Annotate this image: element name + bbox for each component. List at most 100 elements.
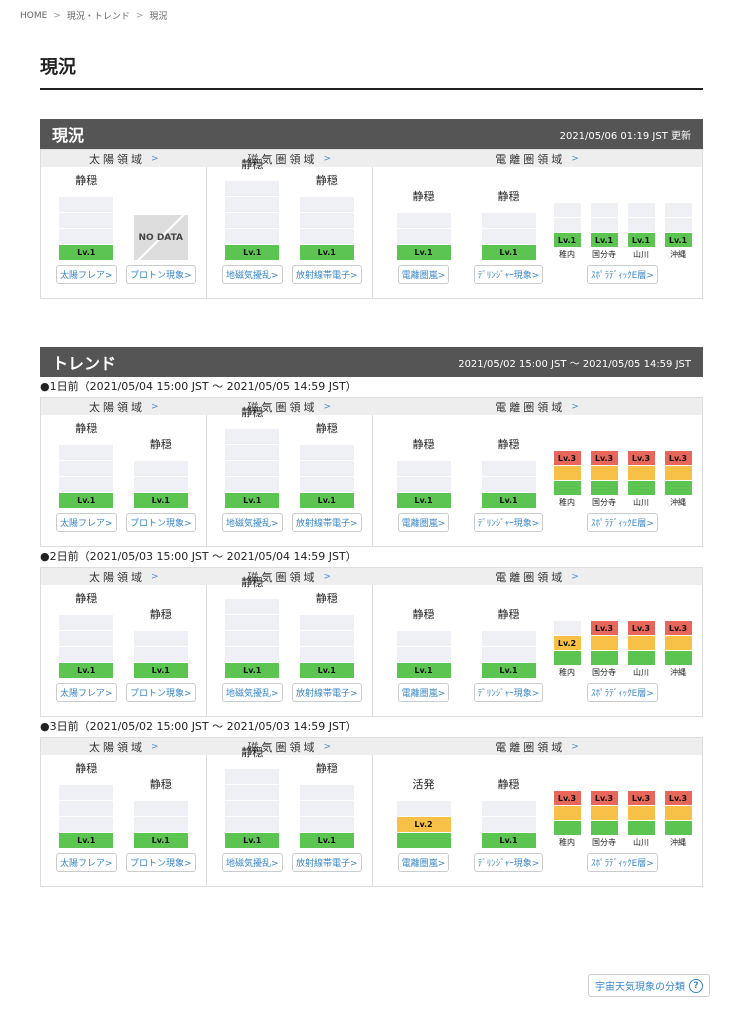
station-row: Lv.3 稚内 Lv.3 国分寺 Lv.3 山川 Lv.3 沖縄 [553, 790, 692, 848]
geomag-storm-button[interactable]: 地磁気擾乱> [221, 513, 283, 532]
gauge-segment [553, 620, 581, 635]
gauge-segment [664, 465, 692, 480]
chevron-right-icon: > [571, 571, 579, 582]
proton-event-button[interactable]: プロトン現象> [125, 513, 196, 532]
level-gauge: Lv.3 [664, 450, 692, 495]
category-iono[interactable]: 電離圏領域 > [372, 398, 702, 415]
dellinger-button[interactable]: ﾃﾞﾘﾝｼﾞｬｰ現象> [473, 853, 544, 872]
state-label: 静穏 [412, 608, 435, 621]
gauge-segment [299, 646, 354, 662]
no-data-box: NO DATA [133, 215, 188, 260]
gauge-segment [396, 646, 451, 662]
proton-event-button[interactable]: プロトン現象> [125, 265, 196, 284]
solar-flare-button[interactable]: 太陽フレア> [55, 683, 117, 702]
proton-event-button[interactable]: プロトン現象> [125, 683, 196, 702]
ionosphere-storm-button[interactable]: 電離圏嵐> [397, 853, 450, 872]
category-label: 電離圏領域 [495, 400, 566, 414]
station-indicator: Lv.1 山川 [627, 202, 655, 260]
solar-group: 静穏 Lv.1 太陽フレア> 静穏 Lv.1 プロトン現象> [41, 585, 207, 716]
gauge-segment [627, 217, 655, 232]
category-iono[interactable]: 電離圏領域 > [372, 738, 702, 755]
indicator: 静穏 Lv.1 放射線帯電子> [290, 760, 365, 872]
radiation-belt-button[interactable]: 放射線帯電子> [291, 265, 362, 284]
gauge-segment [59, 816, 114, 832]
level-label: Lv.1 [299, 832, 354, 848]
radiation-belt-button[interactable]: 放射線帯電子> [291, 513, 362, 532]
dellinger-button[interactable]: ﾃﾞﾘﾝｼﾞｬｰ現象> [473, 683, 544, 702]
gauge-segment [664, 217, 692, 232]
state-label: 静穏 [149, 608, 172, 621]
gauge-segment [225, 816, 280, 832]
category-iono[interactable]: 電離圏領域 > [372, 568, 702, 585]
radiation-belt-button[interactable]: 放射線帯電子> [291, 683, 362, 702]
sporadic-e-button[interactable]: ｽﾎﾟﾗﾃﾞｨｯｸE層> [587, 683, 658, 702]
state-label: 静穏 [315, 422, 338, 435]
category-label: 太陽領域 [88, 740, 145, 754]
gauge-segment [664, 635, 692, 650]
level-label: Lv.1 [481, 832, 536, 848]
sporadic-e-button[interactable]: ｽﾎﾟﾗﾃﾞｨｯｸE層> [587, 265, 658, 284]
category-solar[interactable]: 太陽領域 > [41, 568, 207, 585]
geomag-storm-button[interactable]: 地磁気擾乱> [221, 853, 283, 872]
station-indicator: Lv.3 沖縄 [664, 620, 692, 678]
level-gauge: Lv.1 [133, 800, 188, 848]
category-solar[interactable]: 太陽領域 > [41, 738, 207, 755]
indicator-row: 静穏 Lv.1 太陽フレア> 静穏 Lv.1 プロトン現象> 静穏 Lv.1 地磁気擾乱> 静穏 L… [41, 746, 702, 886]
sporadic-e-button[interactable]: ｽﾎﾟﾗﾃﾞｨｯｸE層> [587, 513, 658, 532]
gauge-segment [59, 646, 114, 662]
ionosphere-storm-button[interactable]: 電離圏嵐> [397, 513, 450, 532]
level-label: Lv.1 [590, 232, 618, 247]
indicator: 静穏 Lv.1 電離圏嵐> [384, 436, 464, 532]
level-label: Lv.3 [664, 620, 692, 635]
gauge-segment [225, 598, 280, 614]
breadcrumb-trend[interactable]: 現況・トレンド [67, 9, 130, 22]
gauge-segment [553, 650, 581, 665]
gauge-segment [553, 217, 581, 232]
breadcrumb-home[interactable]: HOME [20, 11, 47, 21]
category-solar[interactable]: 太陽領域 > [41, 398, 207, 415]
gauge-segment [225, 646, 280, 662]
level-label: Lv.2 [396, 816, 451, 832]
indicator: 静穏 Lv.1 プロトン現象> [124, 436, 199, 532]
gauge-segment [59, 460, 114, 476]
gauge-segment [396, 832, 451, 848]
state-label: 静穏 [241, 158, 264, 171]
trend-panel: 太陽領域 > 磁気圏領域 > 電離圏領域 > 静穏 Lv.1 太陽フレア> 静穏 Lv.1 プロトン現… [40, 567, 703, 717]
category-solar[interactable]: 太陽領域 > [41, 150, 207, 167]
dellinger-button[interactable]: ﾃﾞﾘﾝｼﾞｬｰ現象> [473, 513, 544, 532]
classification-button[interactable]: 宇宙天気現象の分類 ? [588, 974, 710, 997]
indicator: 静穏 Lv.1 ﾃﾞﾘﾝｼﾞｬｰ現象> [469, 436, 549, 532]
level-gauge: Lv.3 [590, 790, 618, 835]
level-gauge: Lv.3 [627, 790, 655, 835]
sporadic-e-button[interactable]: ｽﾎﾟﾗﾃﾞｨｯｸE層> [587, 853, 658, 872]
level-gauge: Lv.1 [553, 202, 581, 247]
gauge-segment [590, 480, 618, 495]
level-label: Lv.1 [481, 492, 536, 508]
breadcrumb-separator: > [135, 10, 144, 21]
gauge-segment [225, 444, 280, 460]
indicator: 静穏 Lv.1 放射線帯電子> [290, 590, 365, 702]
solar-flare-button[interactable]: 太陽フレア> [55, 265, 117, 284]
ionosphere-storm-button[interactable]: 電離圏嵐> [397, 683, 450, 702]
level-gauge: Lv.3 [664, 620, 692, 665]
proton-event-button[interactable]: プロトン現象> [125, 853, 196, 872]
radiation-belt-button[interactable]: 放射線帯電子> [291, 853, 362, 872]
station-indicator: Lv.2 稚内 [553, 620, 581, 678]
gauge-segment [299, 476, 354, 492]
dellinger-button[interactable]: ﾃﾞﾘﾝｼﾞｬｰ現象> [473, 265, 544, 284]
gauge-segment [481, 630, 536, 646]
geomag-storm-button[interactable]: 地磁気擾乱> [221, 683, 283, 702]
state-label: 静穏 [412, 190, 435, 203]
solar-flare-button[interactable]: 太陽フレア> [55, 513, 117, 532]
level-gauge: Lv.1 [299, 614, 354, 678]
level-label: Lv.1 [396, 244, 451, 260]
solar-group: 静穏 Lv.1 太陽フレア> 静穏 Lv.1 プロトン現象> [41, 755, 207, 886]
category-iono[interactable]: 電離圏領域 > [372, 150, 702, 167]
ionosphere-storm-button[interactable]: 電離圏嵐> [397, 265, 450, 284]
chevron-right-icon: > [323, 153, 332, 164]
state-label: 静穏 [149, 778, 172, 791]
iono-group: 活発 Lv.2 電離圏嵐> 静穏 Lv.1 ﾃﾞﾘﾝｼﾞｬｰ現象> Lv.3 稚内 Lv.3 国分… [373, 755, 702, 886]
geomag-storm-button[interactable]: 地磁気擾乱> [221, 265, 283, 284]
solar-flare-button[interactable]: 太陽フレア> [55, 853, 117, 872]
gauge-segment [553, 820, 581, 835]
